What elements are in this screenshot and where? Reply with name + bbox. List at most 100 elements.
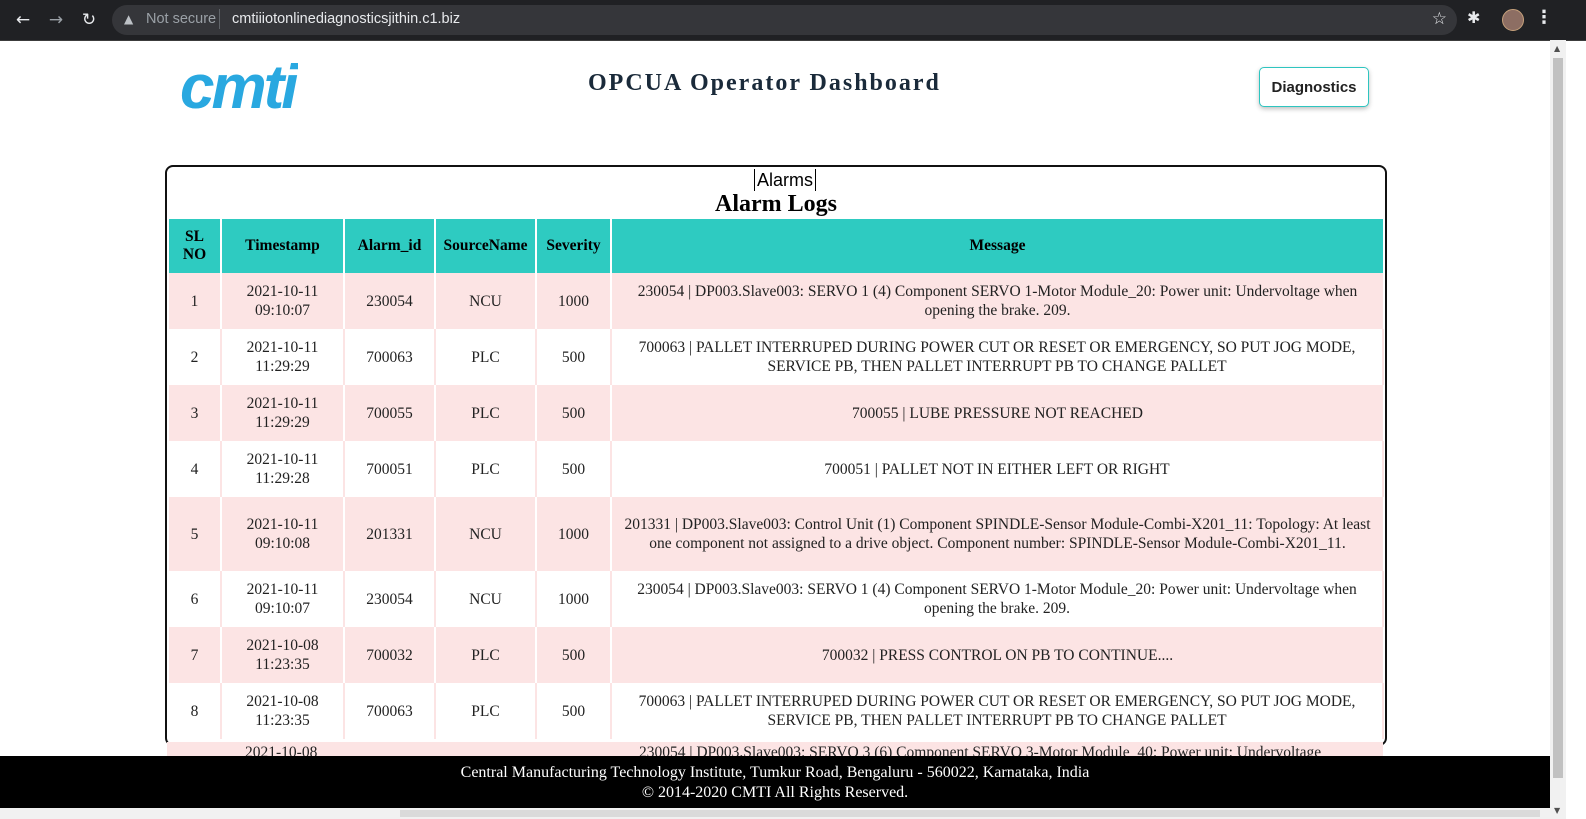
vertical-scrollbar[interactable]: ▲ ▼ (1550, 40, 1566, 819)
cell-alarm-id: 700051 (344, 441, 436, 497)
timestamp-time: 11:29:28 (255, 470, 310, 487)
cell-sl-no: 5 (169, 497, 222, 571)
diagnostics-button[interactable]: Diagnostics (1259, 67, 1369, 107)
timestamp-date: 2021-10-11 (246, 451, 319, 468)
cell-alarm-id: 700063 (344, 683, 436, 739)
cell-sl-no: 6 (169, 571, 222, 627)
cell-alarm-id: 230054 (344, 571, 436, 627)
table-row: 1 2021-10-11 09:10:07 230054 NCU 1000 230054 |… (169, 273, 1383, 329)
cell-severity: 500 (536, 627, 612, 683)
timestamp-date: 2021-10-11 (246, 339, 319, 356)
warning-icon: ▲ (124, 12, 134, 26)
address-divider (219, 9, 220, 29)
col-timestamp: Timestamp (221, 219, 345, 273)
partial-row-date: 2021-10-08 (245, 744, 318, 756)
col-source-name: SourceName (435, 219, 537, 273)
cell-source-name: NCU (435, 571, 537, 627)
timestamp-date: 2021-10-11 (246, 581, 319, 598)
table-header-row: SL NO Timestamp Alarm_id SourceName Seve… (169, 219, 1383, 273)
profile-avatar[interactable] (1502, 9, 1524, 31)
cell-severity: 500 (536, 441, 612, 497)
timestamp-date: 2021-10-11 (246, 283, 319, 300)
table-row: 4 2021-10-11 11:29:28 700051 PLC 500 700051 | … (169, 441, 1384, 497)
horizontal-scrollbar-thumb[interactable] (400, 810, 1540, 817)
page-footer: Central Manufacturing Technology Institu… (0, 756, 1550, 808)
cell-message: 230054 | DP003.Slave003: SERVO 1 (4) Com… (611, 571, 1384, 627)
partial-row-message: 230054 | DP003.Slave003: SERVO 3 (6) Com… (639, 744, 1322, 756)
cell-timestamp: 2021-10-08 11:23:35 (221, 683, 345, 739)
cell-sl-no: 4 (169, 441, 222, 497)
cell-severity: 500 (536, 385, 612, 441)
back-arrow-icon[interactable]: ← (10, 7, 36, 33)
cell-severity: 500 (536, 683, 612, 739)
scrollbar-thumb[interactable] (1553, 58, 1563, 778)
timestamp-date: 2021-10-11 (246, 516, 319, 533)
browser-menu-icon[interactable]: ⋮ (1535, 7, 1553, 28)
cell-message: 700055 | LUBE PRESSURE NOT REACHED (611, 385, 1383, 441)
cell-message: 700063 | PALLET INTERRUPED DURING POWER … (611, 329, 1384, 385)
timestamp-time: 09:10:08 (254, 535, 311, 552)
cell-sl-no: 7 (169, 627, 222, 683)
cell-alarm-id: 700063 (344, 329, 436, 385)
footer-copyright: © 2014-2020 CMTI All Rights Reserved. (641, 784, 909, 801)
bookmark-star-icon[interactable]: ☆ (1432, 9, 1447, 29)
cell-sl-no: 2 (169, 329, 222, 385)
scroll-up-icon[interactable]: ▲ (1554, 44, 1560, 53)
timestamp-time: 11:29:29 (255, 358, 310, 375)
cell-alarm-id: 700032 (344, 627, 436, 683)
scroll-down-icon[interactable]: ▼ (1554, 806, 1560, 815)
col-sl-no: SL NO (169, 219, 222, 273)
timestamp-time: 11:23:35 (255, 656, 310, 673)
cell-sl-no: 3 (169, 385, 222, 441)
cell-message: 700051 | PALLET NOT IN EITHER LEFT OR RI… (611, 441, 1384, 497)
table-row: 7 2021-10-08 11:23:35 700032 PLC 500 700032 | … (169, 627, 1383, 683)
page-title: OPCUA Operator Dashboard (588, 70, 941, 96)
cell-timestamp: 2021-10-11 09:10:07 (221, 571, 345, 627)
cell-severity: 1000 (536, 571, 612, 627)
timestamp-time: 11:29:29 (255, 414, 310, 431)
cell-alarm-id: 230054 (344, 273, 436, 329)
cell-timestamp: 2021-10-11 11:29:29 (221, 329, 345, 385)
security-label[interactable]: Not secure (146, 11, 216, 27)
cell-source-name: NCU (435, 497, 537, 571)
footer-address: Central Manufacturing Technology Institu… (460, 764, 1090, 781)
alarm-log-table: SL NO Timestamp Alarm_id SourceName Seve… (169, 219, 1384, 739)
cell-timestamp: 2021-10-11 11:29:29 (221, 385, 345, 441)
cell-alarm-id: 201331 (344, 497, 436, 571)
forward-arrow-icon[interactable]: → (43, 7, 69, 33)
col-message: Message (611, 219, 1383, 273)
url-text[interactable]: cmtiiiotonlinediagnosticsjithin.c1.biz (232, 11, 460, 27)
timestamp-time: 11:23:35 (255, 712, 310, 729)
cell-message: 700032 | PRESS CONTROL ON PB TO CONTINUE… (611, 627, 1383, 683)
alarms-tab[interactable]: Alarms (754, 169, 817, 191)
cell-message: 230054 | DP003.Slave003: SERVO 1 (4) Com… (611, 273, 1383, 329)
timestamp-date: 2021-10-08 (246, 693, 319, 710)
cmti-logo: cmti (180, 56, 298, 118)
cell-source-name: PLC (435, 441, 537, 497)
partial-table-row: 2021-10-08 230054 | DP003.Slave003: SERV… (167, 742, 1383, 756)
cell-message: 201331 | DP003.Slave003: Control Unit (1… (611, 497, 1383, 571)
timestamp-time: 09:10:07 (254, 302, 311, 319)
cell-sl-no: 1 (169, 273, 222, 329)
address-bar[interactable]: ▲ Not secure cmtiiiotonlinediagnosticsji… (112, 5, 1457, 35)
timestamp-date: 2021-10-11 (246, 395, 319, 412)
horizontal-scrollbar[interactable] (0, 808, 1550, 819)
cell-alarm-id: 700055 (344, 385, 436, 441)
cell-timestamp: 2021-10-11 09:10:07 (221, 273, 345, 329)
extensions-puzzle-icon[interactable]: ✱ (1467, 8, 1480, 27)
col-severity: Severity (536, 219, 612, 273)
cell-timestamp: 2021-10-08 11:23:35 (221, 627, 345, 683)
cell-severity: 1000 (536, 497, 612, 571)
table-row: 8 2021-10-08 11:23:35 700063 PLC 500 700063 | … (169, 683, 1384, 739)
table-row: 2 2021-10-11 11:29:29 700063 PLC 500 700063 | … (169, 329, 1384, 385)
cell-source-name: PLC (435, 627, 537, 683)
cell-severity: 1000 (536, 273, 612, 329)
timestamp-date: 2021-10-08 (246, 637, 319, 654)
cell-timestamp: 2021-10-11 09:10:08 (221, 497, 345, 571)
timestamp-time: 09:10:07 (254, 600, 311, 617)
cell-source-name: PLC (435, 385, 537, 441)
reload-icon[interactable]: ↻ (76, 7, 102, 33)
table-row: 6 2021-10-11 09:10:07 230054 NCU 1000 230054 |… (169, 571, 1384, 627)
svg-text:cmti: cmti (180, 56, 298, 118)
alarm-panel: Alarms Alarm Logs SL NO Timestamp Alarm_… (165, 165, 1387, 746)
